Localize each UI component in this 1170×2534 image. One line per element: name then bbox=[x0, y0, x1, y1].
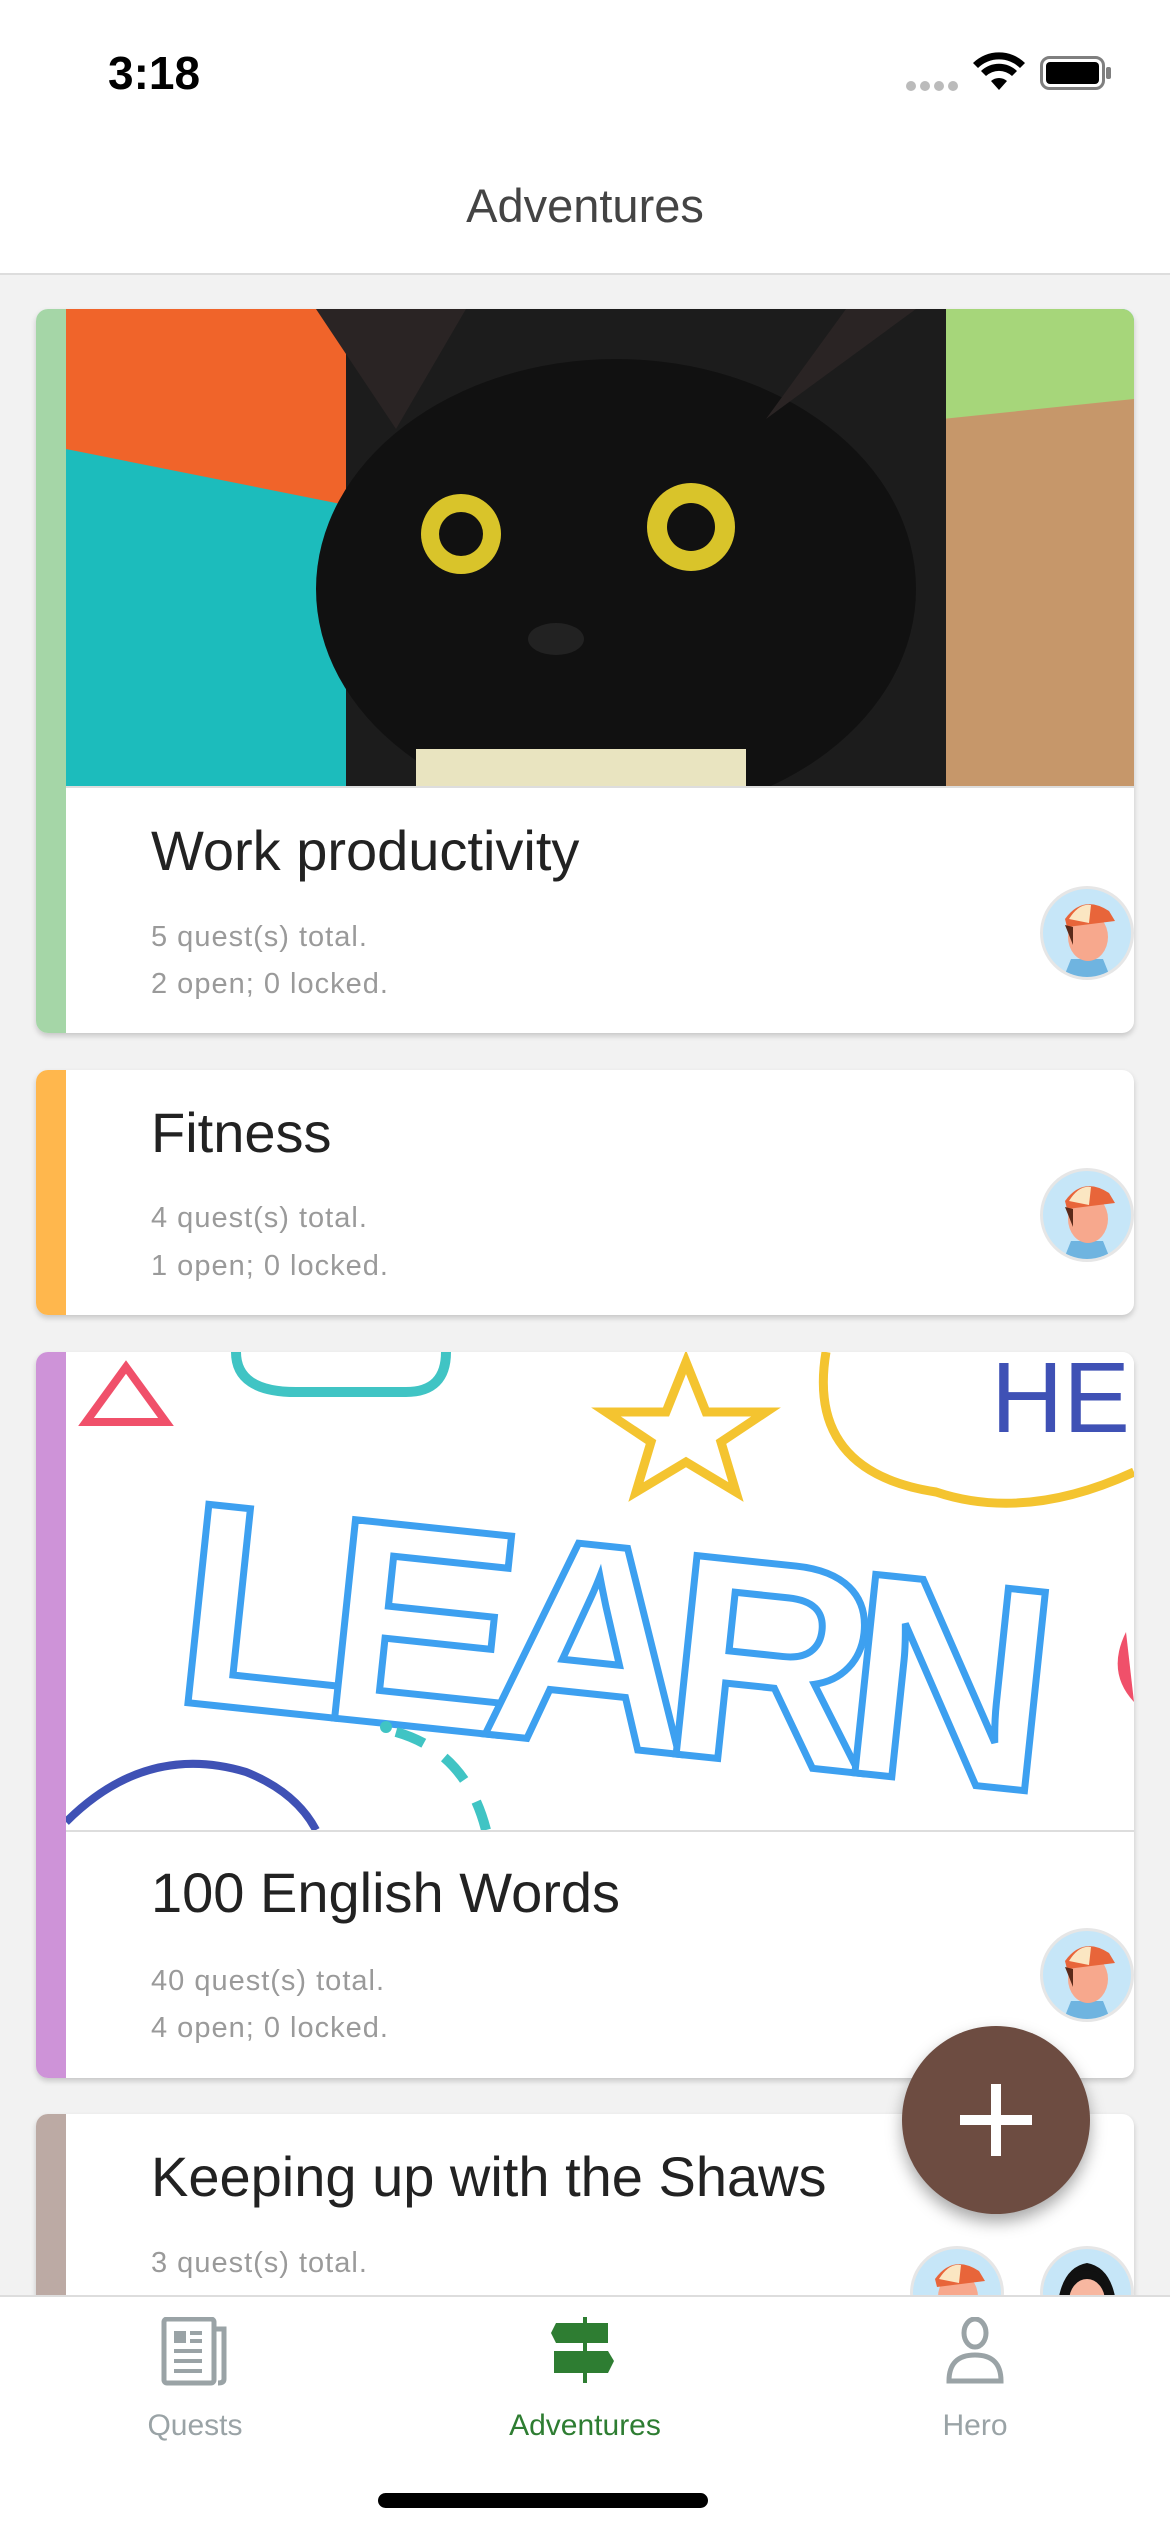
quest-total: 5 quest(s) total. bbox=[151, 921, 368, 953]
card-color-stripe bbox=[36, 1070, 66, 1315]
adventure-image-black-cat bbox=[66, 309, 1134, 788]
tab-hero[interactable]: Hero bbox=[780, 2297, 1170, 2457]
battery-icon bbox=[1040, 56, 1111, 90]
quest-status: 1 open; 0 locked. bbox=[151, 1250, 389, 1282]
add-adventure-button[interactable] bbox=[902, 2026, 1090, 2214]
tab-quests[interactable]: Quests bbox=[0, 2297, 390, 2457]
tab-label: Hero bbox=[942, 2409, 1008, 2442]
hero-avatar[interactable] bbox=[1040, 1168, 1134, 1262]
tab-adventures[interactable]: Adventures bbox=[390, 2297, 780, 2457]
hero-avatar[interactable] bbox=[1040, 1928, 1134, 2022]
card-color-stripe bbox=[36, 1352, 66, 2078]
adventure-card[interactable]: HEL LEARN 100 English Words 40 quest(s) … bbox=[36, 1352, 1134, 2078]
plus-icon bbox=[960, 2084, 1032, 2156]
status-time: 3:18 bbox=[108, 47, 201, 99]
hero-avatar[interactable] bbox=[1040, 886, 1134, 980]
adventure-title: Keeping up with the Shaws bbox=[151, 2145, 827, 2208]
adventure-title: Fitness bbox=[151, 1101, 332, 1164]
page-title: Adventures bbox=[466, 179, 704, 232]
home-indicator[interactable] bbox=[378, 2493, 708, 2508]
newspaper-icon bbox=[161, 2317, 227, 2386]
adventure-card[interactable]: Work productivity 5 quest(s) total. 2 op… bbox=[36, 309, 1134, 1033]
tab-label: Quests bbox=[147, 2409, 243, 2442]
wifi-icon bbox=[973, 52, 1025, 90]
cellular-dots-icon bbox=[906, 81, 958, 91]
quest-total: 40 quest(s) total. bbox=[151, 1965, 385, 1997]
quest-total: 4 quest(s) total. bbox=[151, 1202, 368, 1234]
status-bar: 3:18 bbox=[0, 0, 1170, 140]
card-color-stripe bbox=[36, 309, 66, 1033]
tab-label: Adventures bbox=[509, 2409, 661, 2442]
quest-status: 4 open; 0 locked. bbox=[151, 2012, 389, 2044]
person-icon bbox=[946, 2317, 1004, 2384]
nav-header: Adventures bbox=[0, 140, 1170, 275]
adventure-title: Work productivity bbox=[151, 819, 580, 882]
adventure-image-learn-doodle: HEL LEARN bbox=[66, 1352, 1134, 1832]
quest-total: 3 quest(s) total. bbox=[151, 2247, 368, 2279]
adventure-card[interactable]: Fitness 4 quest(s) total. 1 open; 0 lock… bbox=[36, 1070, 1134, 1315]
adventure-title: 100 English Words bbox=[151, 1861, 620, 1924]
signpost-icon bbox=[551, 2317, 614, 2383]
learn-image-text: LEARN bbox=[162, 1440, 1071, 1830]
quest-status: 2 open; 0 locked. bbox=[151, 968, 389, 1000]
svg-text:HEL: HEL bbox=[991, 1352, 1134, 1454]
